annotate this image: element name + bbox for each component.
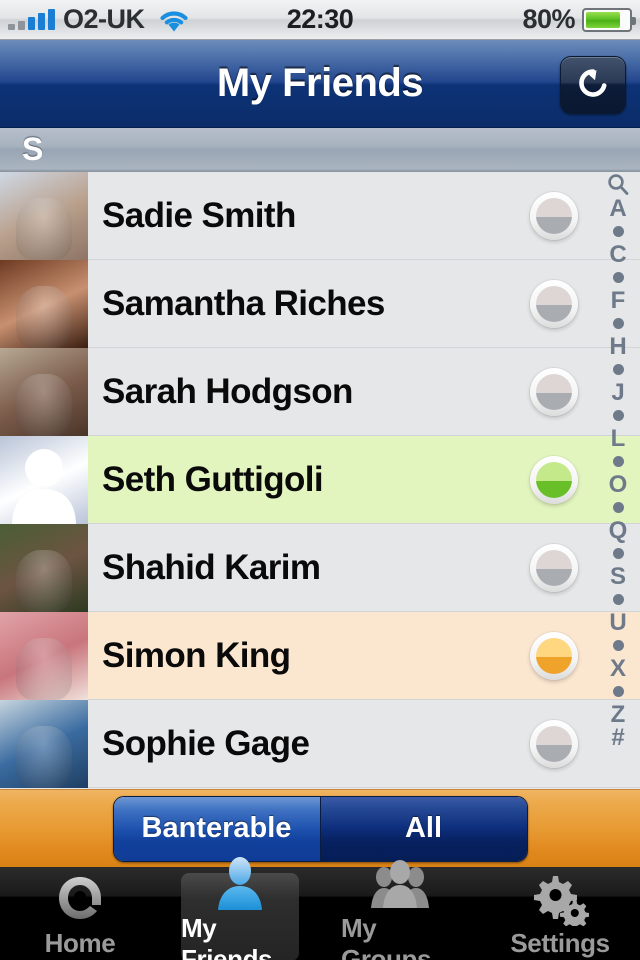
friend-name: Seth Guttigoli bbox=[102, 459, 324, 499]
status-orb-off[interactable] bbox=[530, 543, 578, 592]
tab-label: My Friends bbox=[181, 912, 273, 960]
status-orb-amber[interactable] bbox=[530, 631, 578, 680]
avatar bbox=[0, 435, 88, 524]
refresh-icon bbox=[575, 65, 611, 106]
tab-bar[interactable]: Home My Friends My Groups Settings bbox=[0, 856, 640, 960]
battery-icon bbox=[582, 7, 636, 32]
person-icon bbox=[215, 856, 265, 911]
clock-label: 22:30 bbox=[286, 4, 354, 34]
page-title: My Friends bbox=[216, 61, 424, 105]
tab-my-friends[interactable]: My Friends bbox=[160, 856, 320, 960]
tab-my-groups[interactable]: My Groups bbox=[320, 859, 480, 960]
tab-settings[interactable]: Settings bbox=[480, 869, 640, 960]
friend-row[interactable]: Sadie Smith bbox=[0, 172, 640, 260]
default-person-icon bbox=[8, 445, 80, 524]
friend-row[interactable]: Simon King bbox=[0, 611, 640, 700]
status-orb-core bbox=[536, 461, 572, 498]
status-orb-core bbox=[536, 373, 572, 410]
status-orb-off[interactable] bbox=[530, 719, 578, 768]
avatar bbox=[0, 347, 88, 436]
tab-home[interactable]: Home bbox=[0, 869, 160, 960]
status-orb-off[interactable] bbox=[530, 367, 578, 416]
status-orb-green[interactable] bbox=[530, 455, 578, 504]
friend-row[interactable]: Shahid Karim bbox=[0, 523, 640, 612]
friend-name: Sarah Hodgson bbox=[102, 371, 353, 411]
at-swirl-icon bbox=[53, 874, 107, 926]
phone-screen: O2-UK 22:30 80% My Friends S Sadie Smith… bbox=[0, 0, 640, 960]
photo-shading bbox=[16, 373, 72, 436]
section-header: S bbox=[0, 128, 640, 172]
tab-label: Settings bbox=[510, 928, 610, 958]
friend-name: Sophie Gage bbox=[102, 723, 310, 763]
gears-icon bbox=[531, 874, 589, 926]
filter-toolbar: Banterable All bbox=[0, 789, 640, 869]
friend-row[interactable]: Seth Guttigoli bbox=[0, 435, 640, 524]
avatar bbox=[0, 699, 88, 788]
photo-shading bbox=[16, 549, 72, 612]
status-orb-core bbox=[536, 285, 572, 322]
friend-name: Simon King bbox=[102, 635, 291, 675]
photo-shading bbox=[16, 637, 72, 700]
friend-name: Shahid Karim bbox=[102, 547, 321, 587]
friend-row[interactable]: Sarah Hodgson bbox=[0, 347, 640, 436]
navigation-bar: My Friends bbox=[0, 40, 640, 128]
avatar bbox=[0, 611, 88, 700]
status-orb-off[interactable] bbox=[530, 279, 578, 328]
segment-all[interactable]: All bbox=[319, 796, 527, 861]
photo-shading bbox=[16, 285, 72, 348]
photo-shading bbox=[16, 725, 72, 788]
tab-label: Home bbox=[44, 928, 116, 958]
avatar bbox=[0, 259, 88, 348]
friend-name: Sadie Smith bbox=[102, 195, 296, 235]
friend-row[interactable]: Samantha Riches bbox=[0, 259, 640, 348]
people-group-icon bbox=[371, 859, 429, 911]
tab-label: My Groups bbox=[341, 912, 432, 960]
status-orb-off[interactable] bbox=[530, 191, 578, 240]
refresh-button[interactable] bbox=[560, 56, 626, 114]
friends-list[interactable]: Sadie Smith Samantha Riches Sarah Hodgson S… bbox=[0, 172, 640, 789]
status-orb-core bbox=[536, 637, 572, 674]
status-bar: O2-UK 22:30 80% bbox=[0, 0, 640, 40]
filter-segmented-control[interactable]: Banterable All bbox=[112, 795, 528, 862]
friend-name: Samantha Riches bbox=[102, 283, 385, 323]
avatar bbox=[0, 523, 88, 612]
segment-banterable[interactable]: Banterable bbox=[113, 796, 320, 861]
status-orb-core bbox=[536, 725, 572, 762]
status-orb-core bbox=[536, 549, 572, 586]
section-header-letter: S bbox=[22, 131, 44, 167]
friend-row[interactable]: Sophie Gage bbox=[0, 699, 640, 788]
status-orb-core bbox=[536, 197, 572, 234]
avatar bbox=[0, 172, 88, 260]
photo-shading bbox=[16, 197, 72, 260]
